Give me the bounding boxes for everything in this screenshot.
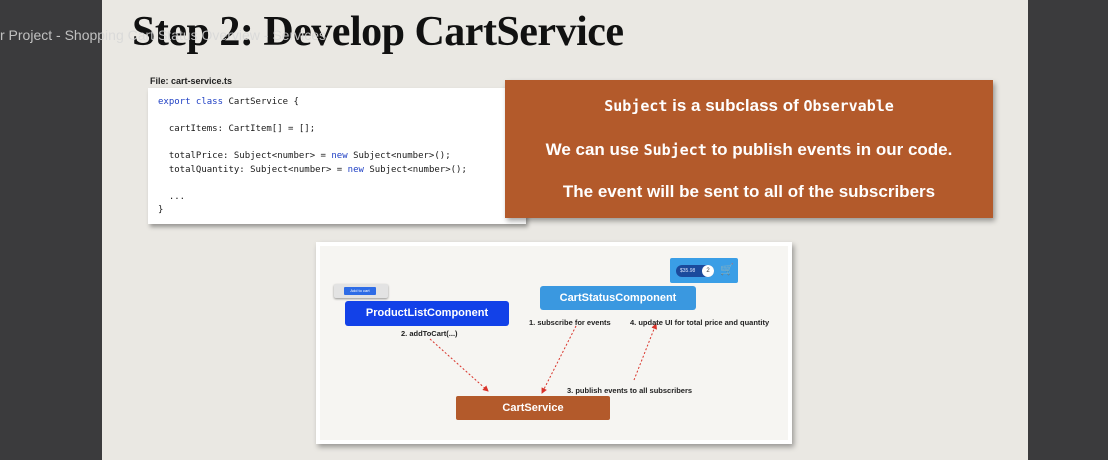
- code-keyword: export class: [158, 97, 224, 107]
- cart-icon: 🛒: [720, 264, 734, 276]
- code-line-5: ...: [158, 191, 186, 202]
- note-subscribe: 1. subscribe for events: [529, 318, 611, 327]
- callout-text-2a: We can use: [545, 140, 644, 159]
- architecture-diagram: $35.98 2 🛒 Add to cart ProductListCompon…: [316, 242, 792, 444]
- product-list-component: ProductListComponent: [345, 301, 509, 326]
- code-line-4b: Subject<number>();: [363, 164, 467, 175]
- arrow-add-to-cart: [429, 338, 489, 392]
- add-to-cart-label: Add to cart: [344, 287, 376, 295]
- cart-status-widget[interactable]: $35.98 2 🛒: [670, 258, 738, 283]
- code-keyword-new-2: new: [347, 164, 364, 175]
- left-border: [0, 0, 102, 460]
- note-update-ui: 4. update UI for total price and quantit…: [630, 318, 770, 327]
- callout-code-subject-2: Subject: [643, 141, 707, 159]
- code-line-3a: totalPrice: Subject<number> =: [158, 151, 332, 161]
- callout-code-observable: Observable: [803, 97, 894, 115]
- callout-text-2b: to publish events in our code.: [706, 140, 953, 159]
- file-label: File: cart-service.ts: [150, 76, 233, 86]
- cart-status-component: CartStatusComponent: [540, 286, 696, 310]
- code-line-1: CartService {: [223, 97, 299, 107]
- note-publish: 3. publish events to all subscribers: [567, 386, 693, 395]
- code-line-2: cartItems: CartItem[] = [];: [158, 124, 316, 134]
- arrow-update-ui: [633, 323, 657, 381]
- callout-code-subject: Subject: [604, 97, 668, 115]
- subject-callout: Subject is a subclass of Observable We c…: [505, 80, 993, 218]
- slide: Step 2: Develop CartService File: cart-s…: [102, 0, 1028, 460]
- arrow-subscribe: [541, 325, 577, 394]
- code-line-6: }: [158, 205, 164, 215]
- callout-line-2: We can use Subject to publish events in …: [505, 140, 993, 160]
- cart-service-box: CartService: [456, 396, 610, 420]
- callout-line-3: The event will be sent to all of the sub…: [562, 182, 936, 201]
- note-add-to-cart: 2. addToCart(...): [401, 329, 458, 338]
- cart-count-badge: 2: [702, 265, 714, 277]
- code-keyword-new-1: new: [331, 151, 348, 161]
- callout-line-1: Subject is a subclass of Observable: [505, 96, 993, 116]
- code-line-4a: totalQuantity: Subject<number> =: [158, 164, 348, 175]
- video-title: r Project - Shopping Cart Status Overvie…: [0, 27, 327, 43]
- callout-text-1: is a subclass of: [667, 96, 804, 115]
- add-to-cart-button[interactable]: Add to cart: [334, 284, 388, 298]
- code-block: export class CartService { cartItems: Ca…: [148, 88, 526, 224]
- right-border: [1028, 0, 1108, 460]
- code-line-3b: Subject<number>();: [347, 151, 451, 161]
